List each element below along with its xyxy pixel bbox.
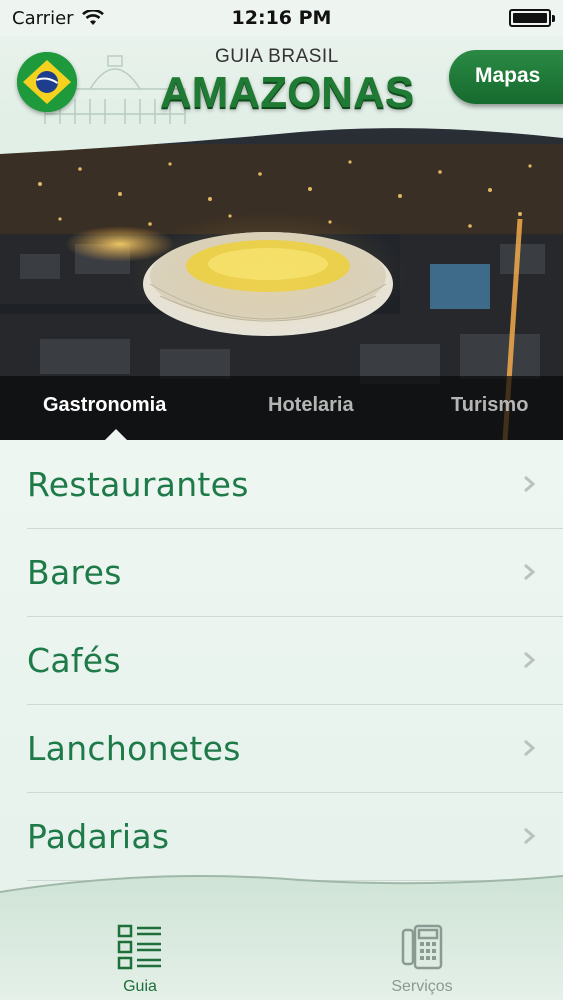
- list-item-label: Padarias: [27, 816, 170, 856]
- list-item-label: Restaurantes: [27, 464, 249, 504]
- tab-guia-label: Guia: [123, 978, 157, 995]
- tab-hotelaria[interactable]: Hotelaria: [268, 394, 354, 417]
- tab-guia[interactable]: Guia: [98, 922, 182, 996]
- brazil-flag-icon: [17, 52, 77, 112]
- chevron-right-icon: [524, 828, 536, 844]
- tab-servicos[interactable]: Serviços: [372, 922, 472, 996]
- list-item-restaurantes[interactable]: Restaurantes: [0, 440, 563, 529]
- list-item-label: Cafés: [27, 640, 121, 680]
- logo-title: AMAZONAS: [160, 68, 415, 117]
- status-bar: Carrier 12:16 PM: [0, 0, 563, 36]
- hero-top-wave: [0, 124, 563, 154]
- list-item-cafes[interactable]: Cafés: [0, 616, 563, 705]
- chevron-right-icon: [524, 652, 536, 668]
- guide-list-icon: [117, 924, 161, 970]
- phone-icon: [401, 924, 443, 970]
- logo-subtitle: GUIA BRASIL: [215, 46, 339, 67]
- list-item-padarias[interactable]: Padarias: [0, 792, 563, 881]
- category-tabs: Gastronomia Hotelaria Turismo: [0, 376, 563, 440]
- tab-turismo[interactable]: Turismo: [451, 394, 528, 417]
- category-list: Restaurantes Bares Cafés Lanchonetes Pad…: [0, 440, 563, 890]
- list-item-bares[interactable]: Bares: [0, 528, 563, 617]
- tab-gastronomia[interactable]: Gastronomia: [43, 394, 166, 417]
- bottom-bar-background: [0, 875, 563, 1000]
- tab-servicos-label: Serviços: [391, 978, 453, 995]
- mapas-button[interactable]: Mapas: [449, 50, 563, 104]
- bottom-tab-bar: Guia Serviços: [0, 870, 563, 1000]
- list-item-label: Lanchonetes: [27, 728, 241, 768]
- active-tab-pointer: [105, 429, 127, 440]
- wifi-icon: [81, 10, 104, 25]
- list-item-lanchonetes[interactable]: Lanchonetes: [0, 704, 563, 793]
- battery-icon: [509, 9, 555, 27]
- chevron-right-icon: [524, 564, 536, 580]
- status-left: Carrier: [12, 8, 104, 29]
- chevron-right-icon: [524, 740, 536, 756]
- chevron-right-icon: [524, 476, 536, 492]
- list-item-label: Bares: [27, 552, 122, 592]
- carrier-label: Carrier: [12, 7, 74, 29]
